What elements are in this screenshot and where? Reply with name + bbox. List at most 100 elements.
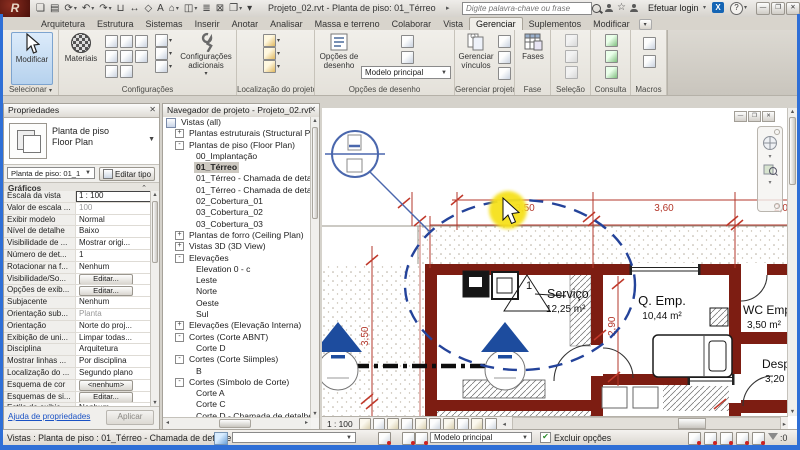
panel-label-configuracoes[interactable]: Configurações — [59, 84, 236, 95]
property-row-visibilidade-de[interactable]: Visibilidade de ...Mostrar origi... — [4, 238, 151, 250]
tab-inserir[interactable]: Inserir — [189, 18, 226, 30]
panel-schedule-templates-icon[interactable] — [155, 60, 168, 73]
browser-item-norte[interactable]: Norte — [163, 286, 311, 297]
browser-item-vistas-3d-3d-view[interactable]: +Vistas 3D (3D View) — [163, 241, 311, 252]
visual-style-icon[interactable] — [359, 418, 371, 430]
browser-item-00-implantacao[interactable]: 00_Implantação — [163, 151, 311, 162]
browser-item-02-cobertura-01[interactable]: 02_Cobertura_01 — [163, 196, 311, 207]
property-value-button[interactable]: Editar... — [79, 392, 133, 402]
tab-massa-e-terreno[interactable]: Massa e terreno — [309, 18, 386, 30]
active-design-option-select[interactable]: Modelo principal▼ — [361, 66, 451, 79]
project-parameters-icon[interactable] — [105, 50, 118, 63]
tab-anotar[interactable]: Anotar — [226, 18, 265, 30]
apply-button[interactable]: Aplicar — [106, 410, 154, 425]
aligned-dimension-icon[interactable]: ↔ — [127, 2, 141, 15]
property-value[interactable]: <nenhum> — [76, 380, 151, 391]
collapse-icon[interactable]: - — [175, 355, 184, 364]
tab-analisar[interactable]: Analisar — [264, 18, 309, 30]
application-menu-button[interactable]: R — [0, 0, 30, 17]
filter-icon[interactable] — [768, 433, 778, 440]
coordinates-icon[interactable] — [263, 47, 276, 60]
help-icon[interactable]: ? — [730, 2, 743, 15]
help-dropdown-icon[interactable]: ▾ — [744, 4, 747, 11]
shadows-icon[interactable] — [373, 418, 385, 430]
floor-plan[interactable]: 3,50 3,60 2,0 3,50 2,90 — [322, 108, 788, 416]
panel-label-selecionar[interactable]: Selecionar ▾ — [3, 84, 58, 95]
sun-path-icon[interactable] — [387, 418, 399, 430]
property-value[interactable]: Norte do proj... — [76, 321, 151, 332]
property-row-subjacente[interactable]: SubjacenteNenhum — [4, 297, 151, 309]
property-row-exibicao-de-uni[interactable]: Exibição de uni...Limpar todas... — [4, 333, 151, 345]
opcoes-de-desenho-button[interactable]: Opções de desenho — [319, 32, 359, 70]
location-icon[interactable] — [263, 34, 276, 47]
add-to-option-icon[interactable] — [415, 432, 428, 445]
editable-only-icon[interactable] — [378, 432, 391, 445]
ids-of-selection-icon[interactable] — [605, 34, 618, 47]
expand-icon[interactable]: + — [175, 231, 184, 240]
links-status-icon[interactable] — [704, 432, 717, 445]
collapse-icon[interactable]: - — [175, 254, 184, 263]
scroll-left-icon[interactable]: ◂ — [503, 420, 506, 428]
browser-item-cortes-simbolo-de-corte[interactable]: -Cortes (Símbolo de Corte) — [163, 377, 311, 388]
property-row-disciplina[interactable]: DisciplinaArquitetura — [4, 344, 151, 356]
property-row-orientacao-sub[interactable]: Orientação sub...Planta — [4, 309, 151, 321]
snaps-icon[interactable] — [120, 35, 133, 48]
browser-item-b[interactable]: B — [163, 366, 311, 377]
configuracoes-adicionais-button[interactable]: Configurações adicionais ▾ — [179, 32, 233, 79]
scroll-right-icon[interactable]: ▸ — [783, 420, 786, 428]
browser-item-elevacoes[interactable]: -Elevações — [163, 253, 311, 264]
switch-windows-icon[interactable]: ❐▾ — [227, 2, 244, 15]
sign-in-button[interactable]: Efetuar login — [648, 3, 699, 13]
property-value[interactable]: Arquitetura — [76, 344, 151, 355]
load-selection-icon[interactable] — [565, 50, 578, 63]
temporary-view-properties-icon[interactable] — [471, 418, 483, 430]
macro-manager-icon[interactable] — [643, 37, 656, 50]
exclude-options-checkbox[interactable]: ✔ Excluir opções — [540, 432, 611, 443]
panel-label-opcoes-desenho[interactable]: Opções de desenho — [315, 84, 454, 95]
type-selector[interactable]: Planta de piso Floor Plan ▼ — [4, 118, 159, 165]
property-value[interactable]: Editar... — [76, 285, 151, 296]
property-value[interactable]: 1 : 100 — [76, 191, 151, 202]
decal-types-icon[interactable] — [498, 51, 511, 64]
tag-by-category-icon[interactable]: ◇ — [142, 2, 154, 15]
gerenciar-vinculos-button[interactable]: Gerenciar vínculos — [457, 32, 495, 70]
property-value[interactable]: Nenhum — [76, 297, 151, 308]
save-icon[interactable]: ▤ — [48, 2, 61, 15]
property-row-nivel-de-detalhe[interactable]: Nível de detalheBaixo — [4, 226, 151, 238]
minimize-button[interactable]: — — [756, 2, 770, 15]
browser-horizontal-scrollbar[interactable]: ◂ ▸ — [163, 417, 311, 429]
transfer-project-standards-icon[interactable] — [105, 65, 118, 78]
property-value[interactable]: Baixo — [76, 226, 151, 237]
property-row-esquema-de-cor[interactable]: Esquema de cor<nenhum> — [4, 380, 151, 392]
measure-icon[interactable]: ⊔ — [115, 2, 127, 15]
tab-arquitetura[interactable]: Arquitetura — [35, 18, 91, 30]
property-value[interactable]: Segundo plano — [76, 368, 151, 379]
worksets-icon[interactable] — [214, 432, 228, 445]
properties-header[interactable]: Propriedades✕ — [4, 104, 159, 118]
edit-type-button[interactable]: Editar tipo — [99, 167, 155, 181]
tab-suplementos[interactable]: Suplementos — [523, 18, 588, 30]
property-value[interactable]: Limpar todas... — [76, 333, 151, 344]
design-options-status-icon[interactable] — [720, 432, 733, 445]
tab-modificar[interactable]: Modificar — [587, 18, 636, 30]
manage-images-icon[interactable] — [498, 35, 511, 48]
collapse-icon[interactable]: - — [175, 333, 184, 342]
property-value[interactable]: Nenhum — [76, 262, 151, 273]
active-design-option-select[interactable]: Modelo principal▼ — [430, 432, 532, 443]
exchange-apps-icon[interactable]: X — [712, 2, 724, 13]
browser-item-oeste[interactable]: Oeste — [163, 298, 311, 309]
property-row-escala-da-vista[interactable]: Escala da vista1 : 100 — [4, 191, 151, 203]
view-close-button[interactable]: ✕ — [762, 111, 775, 122]
save-selection-icon[interactable] — [565, 34, 578, 47]
property-value[interactable]: 1 — [76, 250, 151, 261]
open-icon[interactable]: ❏ — [34, 2, 47, 15]
browser-item-vistas-all[interactable]: Vistas (all) — [163, 117, 311, 128]
browser-scrollbar[interactable]: ▲ ▼ — [310, 117, 319, 418]
browser-item-01-terreo-chamada-de-detalhe-1[interactable]: 01_Térreo - Chamada de detalhe 1 — [163, 173, 311, 184]
fases-button[interactable]: Fases — [518, 32, 548, 62]
drawing-area[interactable]: 3,50 3,60 2,0 3,50 2,90 — [322, 108, 797, 430]
purge-unused-icon[interactable] — [120, 65, 133, 78]
restore-button[interactable]: ❐ — [771, 2, 785, 15]
checkbox-checked-icon[interactable]: ✔ — [540, 432, 551, 443]
property-value[interactable]: Por disciplina — [76, 356, 151, 367]
